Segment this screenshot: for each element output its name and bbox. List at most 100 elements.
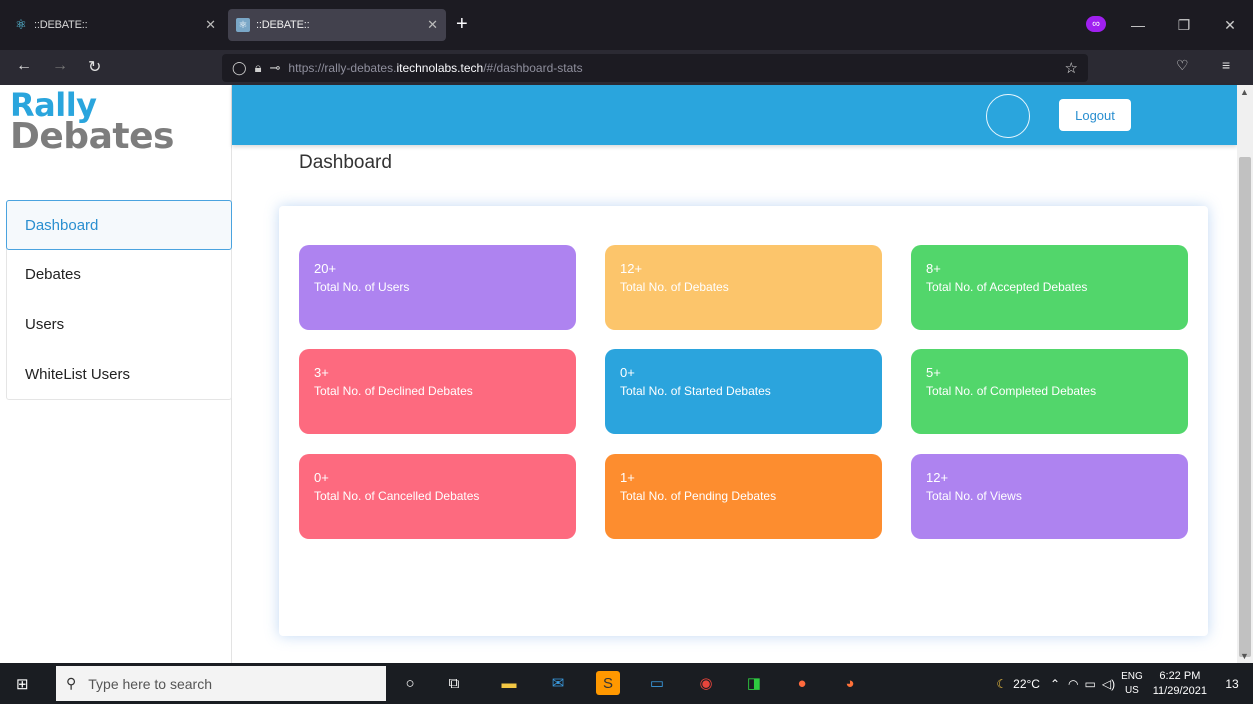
cortana-icon[interactable]: ○ xyxy=(398,671,422,695)
sidebar-item-label: WhiteList Users xyxy=(25,365,131,383)
close-window-icon[interactable]: ✕ xyxy=(1207,17,1253,34)
sidebar-item-whitelist-users[interactable]: WhiteList Users xyxy=(7,349,231,399)
close-icon[interactable]: ✕ xyxy=(427,17,438,33)
pocket-icon[interactable]: ♡ xyxy=(1176,57,1189,74)
lock-icon: 🔒︎ xyxy=(254,60,262,75)
new-tab-button[interactable]: + xyxy=(456,12,468,36)
stat-value: 20+ xyxy=(314,261,337,276)
terminal-icon[interactable]: ▭ xyxy=(645,671,669,695)
minimize-icon[interactable]: — xyxy=(1115,17,1161,33)
bookmark-star-icon[interactable]: ☆ xyxy=(1065,59,1078,77)
page: Rally Debates Dashboard Debates Users Wh… xyxy=(0,85,1253,663)
tray-chevron-icon[interactable]: ⌃ xyxy=(1050,677,1060,691)
tab-title: ::DEBATE:: xyxy=(256,19,310,31)
browser-tab-1[interactable]: ⚛ ::DEBATE:: ✕ xyxy=(6,9,224,41)
stat-value: 8+ xyxy=(926,261,941,276)
tab-title: ::DEBATE:: xyxy=(34,19,88,31)
stat-card-accepted-debates[interactable]: 8+ Total No. of Accepted Debates xyxy=(911,245,1188,330)
menu-icon[interactable]: ≡ xyxy=(1222,57,1230,73)
scroll-down-icon[interactable]: ▼ xyxy=(1240,651,1249,661)
shield-icon: ◯ xyxy=(232,60,247,75)
logout-button[interactable]: Logout xyxy=(1059,99,1131,131)
stat-card-users[interactable]: 20+ Total No. of Users xyxy=(299,245,576,330)
stat-card-debates[interactable]: 12+ Total No. of Debates xyxy=(605,245,882,330)
stat-card-completed-debates[interactable]: 5+ Total No. of Completed Debates xyxy=(911,349,1188,434)
task-view-icon[interactable]: ⧉ xyxy=(442,671,466,695)
close-icon[interactable]: ✕ xyxy=(205,17,216,33)
stat-value: 5+ xyxy=(926,365,941,380)
browser-nav-bar: ← → ↻ ◯ 🔒︎ ⊸ https://rally-debates. itec… xyxy=(0,50,1253,85)
sidebar-item-label: Dashboard xyxy=(25,216,99,234)
battery-icon[interactable]: ▭ xyxy=(1085,677,1096,691)
scrollbar[interactable]: ▲ ▼ xyxy=(1237,85,1253,663)
stat-label: Total No. of Declined Debates xyxy=(314,384,473,398)
weather-icon: ☾ xyxy=(996,676,1008,691)
sidebar-item-label: Users xyxy=(25,315,65,333)
sidebar-item-debates[interactable]: Debates xyxy=(7,249,231,299)
stat-label: Total No. of Debates xyxy=(620,280,729,294)
url-suffix: /#/dashboard-stats xyxy=(483,61,583,75)
reload-icon[interactable]: ↻ xyxy=(88,57,101,77)
notification-count: 13 xyxy=(1225,676,1239,691)
scroll-up-icon[interactable]: ▲ xyxy=(1240,87,1249,97)
sublime-text-icon[interactable]: S xyxy=(596,671,620,695)
stat-value: 12+ xyxy=(620,261,643,276)
stat-label: Total No. of Completed Debates xyxy=(926,384,1097,398)
logo[interactable]: Rally Debates xyxy=(10,89,174,155)
forward-icon[interactable]: → xyxy=(52,57,68,75)
react-icon: ⚛ xyxy=(15,17,27,32)
clock-time: 6:22 PM xyxy=(1159,669,1201,682)
sidebar: Rally Debates Dashboard Debates Users Wh… xyxy=(0,85,232,663)
stat-label: Total No. of Views xyxy=(926,489,1022,503)
top-header: Logout xyxy=(232,85,1237,145)
network-icon[interactable]: ◠ xyxy=(1068,677,1078,691)
stat-label: Total No. of Cancelled Debates xyxy=(314,489,480,503)
chrome-icon[interactable]: ◉ xyxy=(694,671,718,695)
stat-card-cancelled-debates[interactable]: 0+ Total No. of Cancelled Debates xyxy=(299,454,576,539)
stat-label: Total No. of Started Debates xyxy=(620,384,771,398)
stat-label: Total No. of Pending Debates xyxy=(620,489,777,503)
lang-top: ENG xyxy=(1121,670,1143,682)
avatar[interactable] xyxy=(986,94,1030,138)
file-explorer-icon[interactable]: ▬ xyxy=(497,671,521,695)
address-bar[interactable]: ◯ 🔒︎ ⊸ https://rally-debates. itechnolab… xyxy=(222,54,1088,82)
weather-text[interactable]: 22°C xyxy=(1013,677,1040,691)
clock-date: 11/29/2021 xyxy=(1152,684,1207,697)
volume-icon[interactable]: ◁) xyxy=(1102,677,1115,691)
stat-value: 1+ xyxy=(620,470,635,485)
sidebar-item-dashboard[interactable]: Dashboard xyxy=(6,200,232,250)
stat-card-declined-debates[interactable]: 3+ Total No. of Declined Debates xyxy=(299,349,576,434)
windows-start-icon[interactable]: ⊞ xyxy=(16,675,29,693)
url-domain: itechnolabs.tech xyxy=(396,61,484,75)
stat-card-started-debates[interactable]: 0+ Total No. of Started Debates xyxy=(605,349,882,434)
extension-icon[interactable]: ∞ xyxy=(1086,16,1106,32)
search-placeholder: Type here to search xyxy=(88,675,213,692)
stat-label: Total No. of Accepted Debates xyxy=(926,280,1088,294)
clock[interactable]: 6:22 PM 11/29/2021 xyxy=(1153,669,1207,699)
language-indicator[interactable]: ENG US xyxy=(1121,670,1143,698)
sidebar-item-users[interactable]: Users xyxy=(7,299,231,349)
stat-value: 0+ xyxy=(314,470,329,485)
notifications-icon[interactable]: 13 xyxy=(1217,672,1247,696)
stat-label: Total No. of Users xyxy=(314,280,410,294)
scroll-thumb[interactable] xyxy=(1239,157,1251,657)
stat-card-pending-debates[interactable]: 1+ Total No. of Pending Debates xyxy=(605,454,882,539)
stat-value: 0+ xyxy=(620,365,635,380)
app-green-icon[interactable]: ◨ xyxy=(742,671,766,695)
stat-value: 12+ xyxy=(926,470,949,485)
stat-card-views[interactable]: 12+ Total No. of Views xyxy=(911,454,1188,539)
window-controls: — ❐ ✕ xyxy=(1115,0,1253,50)
mail-icon[interactable]: ✉ xyxy=(546,671,570,695)
taskbar: ⊞ ⚲ Type here to search ○ ⧉ ▬ ✉ S ▭ ◉ ◨ … xyxy=(0,663,1253,704)
restore-icon[interactable]: ❐ xyxy=(1161,17,1207,34)
key-icon: ⊸ xyxy=(269,60,281,75)
search-icon: ⚲ xyxy=(66,675,77,691)
firefox-icon[interactable]: ◕ xyxy=(838,671,862,695)
back-icon[interactable]: ← xyxy=(16,57,32,75)
browser-tab-bar: ⚛ ::DEBATE:: ✕ ⚛ ::DEBATE:: ✕ + ∞ — ❐ ✕ xyxy=(0,0,1253,50)
sidebar-item-label: Debates xyxy=(25,265,81,283)
postman-icon[interactable]: ● xyxy=(790,671,814,695)
browser-tab-2[interactable]: ⚛ ::DEBATE:: ✕ xyxy=(228,9,446,41)
taskbar-search[interactable]: ⚲ Type here to search xyxy=(56,666,386,701)
page-title: Dashboard xyxy=(299,152,392,173)
